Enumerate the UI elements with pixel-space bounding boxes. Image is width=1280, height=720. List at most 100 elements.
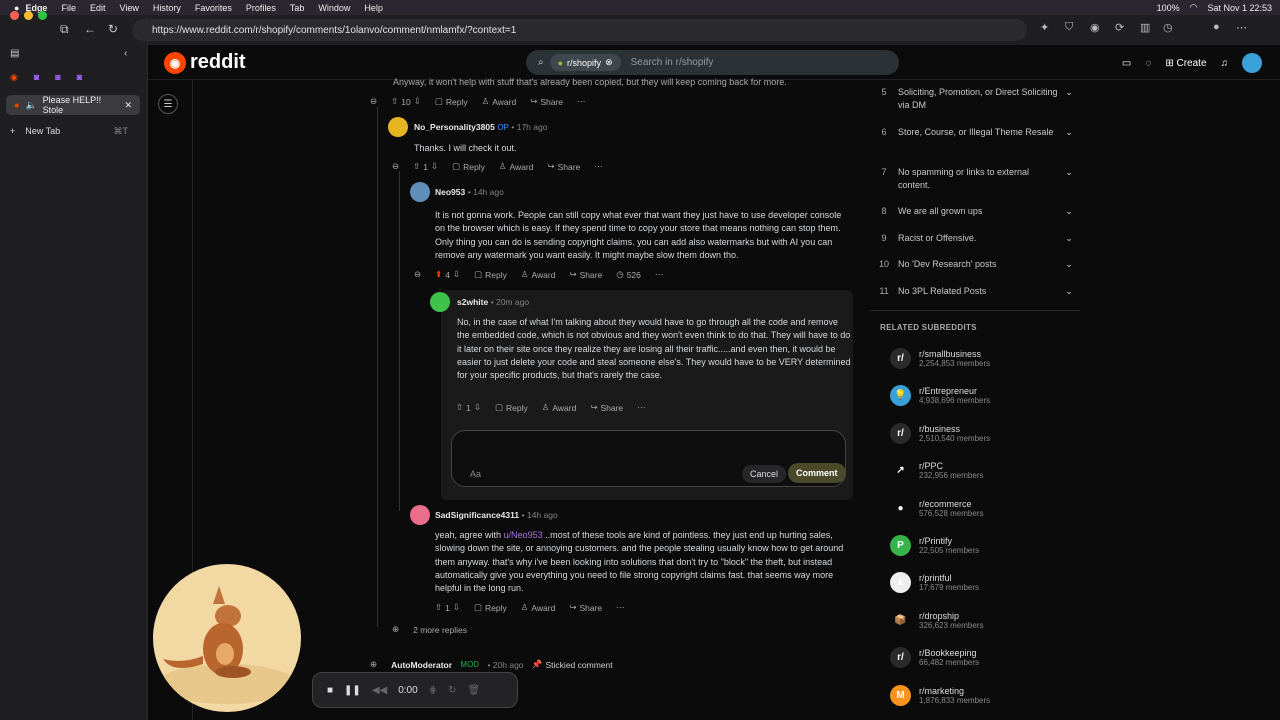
ads-icon[interactable]: ▭ [1122,58,1131,69]
history-icon[interactable]: ◷ [1163,21,1173,34]
menu-tab[interactable]: Tab [290,3,305,13]
address-bar[interactable]: https://www.reddit.com/r/shopify/comment… [132,19,1027,41]
reply-editor[interactable] [451,430,846,487]
zoom-window-button[interactable] [38,11,47,20]
comment-author[interactable]: Neo953 [435,187,465,197]
more-icon[interactable]: ⋯ [655,269,664,280]
notifications-icon[interactable]: ♫ [1221,58,1229,69]
rule-item[interactable]: 6 Store, Course, or Illegal Theme Resale ⌄ [870,126,1080,139]
reply-button[interactable]: ▢ Reply [474,269,507,280]
downvote-icon[interactable]: ⇩ [414,96,421,107]
more-icon[interactable]: ⋯ [577,96,586,107]
pause-icon[interactable]: ❚❚ [344,685,361,696]
upvote-icon[interactable]: ⇧ [391,96,398,107]
downvote-icon[interactable]: ⇩ [453,602,460,613]
rule-item[interactable]: 8 We are all grown ups ⌄ [870,205,1080,218]
new-tab-button[interactable]: + New Tab ⌘T [10,126,128,137]
reddit-logo[interactable]: ◉ reddit [164,51,246,74]
search-bar[interactable]: ⌕ ● r/shopify ⊗ Search in r/shopify [526,50,899,75]
grid-icon[interactable]: ⋕ [429,685,437,696]
formatting-toggle[interactable]: Aa [470,469,481,479]
collapse-icon[interactable]: ⊖ [414,269,421,280]
comment-button[interactable]: Comment [788,463,846,483]
rewind-icon[interactable]: ◀◀ [372,685,387,696]
more-replies-button[interactable]: ⊕ 2 more replies [392,624,467,635]
tab-reddit-active[interactable]: ● 🔈 Please HELP!! Stole ✕ [6,95,140,115]
related-subreddit-item[interactable]: r/r/Bookkeeping 66,482 members [890,647,1080,669]
menu-file[interactable]: File [61,3,76,13]
search-subreddit-chip[interactable]: ● r/shopify ⊗ [549,54,621,71]
menu-profiles[interactable]: Profiles [246,3,276,13]
rule-item[interactable]: 11 No 3PL Related Posts ⌄ [870,285,1080,298]
close-tab-icon[interactable]: ✕ [124,100,132,111]
downvote-icon[interactable]: ⇩ [453,269,460,280]
remove-chip-icon[interactable]: ⊗ [605,57,613,68]
rule-item[interactable]: 5 Soliciting, Promotion, or Direct Solici… [870,86,1080,112]
rule-item[interactable]: 9 Racist or Offensive. ⌄ [870,232,1080,245]
refresh-extension-icon[interactable]: ⟳ [1115,21,1124,34]
avatar[interactable] [410,505,430,525]
reply-button[interactable]: ▢ Reply [452,161,485,172]
pinned-tab-icon[interactable]: ◙ [34,72,39,83]
stop-icon[interactable]: ■ [327,685,333,696]
chrome-icon[interactable]: ◉ [1090,21,1100,34]
related-subreddit-item[interactable]: ↗ r/PPC 232,956 members [890,460,1080,482]
sidebar-toggle-icon[interactable]: ▤ [10,48,19,59]
award-button[interactable]: ♙ Award [482,96,517,107]
avatar[interactable] [430,292,450,312]
reply-button[interactable]: ▢ Reply [495,402,528,413]
avatar[interactable] [388,117,408,137]
menubar-datetime[interactable]: Sat Nov 1 22:53 [1207,3,1272,13]
downvote-icon[interactable]: ⇩ [474,402,481,413]
shield-icon[interactable]: ⛉ [1065,21,1073,34]
insights-button[interactable]: ◷ 526 [616,269,641,280]
upvote-icon[interactable]: ⇧ [456,402,463,413]
related-subreddit-item[interactable]: ▲ r/printful 17,679 members [890,572,1080,594]
related-subreddit-item[interactable]: Mr/marketing 1,876,833 members [890,684,1080,706]
cancel-button[interactable]: Cancel [742,465,787,483]
award-button[interactable]: ♙ Award [521,602,556,613]
related-subreddit-item[interactable]: Pr/Printify 22,505 members [890,535,1080,556]
share-button[interactable]: ↪ Share [569,269,602,280]
more-icon[interactable]: ⋯ [616,602,625,613]
upvote-icon[interactable]: ⬆ [435,269,442,280]
more-menu-icon[interactable]: ⋯ [1236,21,1247,34]
share-button[interactable]: ↪ Share [569,602,602,613]
speaker-icon[interactable]: 🔈 [25,100,36,111]
pinned-tab-icon[interactable]: ◙ [77,72,82,83]
tab-actions-icon[interactable]: ⧉ [60,22,69,37]
comment-author[interactable]: s2white [457,297,488,307]
expand-icon[interactable]: ⊕ [370,659,377,670]
close-window-button[interactable] [10,11,19,20]
more-icon[interactable]: ⋯ [594,161,603,172]
user-mention-link[interactable]: u/Neo953 [504,530,543,540]
wifi-icon[interactable]: ◠ [1190,2,1198,13]
related-subreddit-item[interactable]: ● r/ecommerce 576,528 members [890,497,1080,519]
restart-icon[interactable]: ↻ [448,685,456,696]
share-button[interactable]: ↪ Share [590,402,623,413]
collapse-icon[interactable]: ⊖ [370,96,377,107]
refresh-icon[interactable]: ↻ [108,22,118,36]
more-icon[interactable]: ⋯ [637,402,646,413]
menu-view[interactable]: View [119,3,138,13]
comment-author[interactable]: SadSignificance4311 [435,510,519,520]
related-subreddit-item[interactable]: r/r/smallbusiness 2,254,853 members [890,348,1080,369]
reply-button[interactable]: ▢ Reply [474,602,507,613]
collapse-icon[interactable]: ‹ [124,48,127,59]
rule-item[interactable]: 10 No 'Dev Research' posts ⌄ [870,258,1080,271]
share-button[interactable]: ↪ Share [530,96,563,107]
related-subreddit-item[interactable]: r/r/business 2,510,540 members [890,422,1080,444]
user-avatar[interactable] [1242,53,1262,73]
downvote-icon[interactable]: ⇩ [431,161,438,172]
menu-icon[interactable]: ☰ [158,94,178,114]
chat-icon[interactable]: ◌ [1145,58,1151,69]
split-screen-icon[interactable]: ▥ [1140,21,1150,34]
rule-item[interactable]: 7 No spamming or links to external conten… [870,166,1080,192]
share-button[interactable]: ↪ Share [547,161,580,172]
minimize-window-button[interactable] [24,11,33,20]
menu-favorites[interactable]: Favorites [195,3,232,13]
menu-help[interactable]: Help [364,3,383,13]
menu-history[interactable]: History [153,3,181,13]
award-button[interactable]: ♙ Award [542,402,577,413]
trash-icon[interactable]: 🗑 [467,685,480,696]
